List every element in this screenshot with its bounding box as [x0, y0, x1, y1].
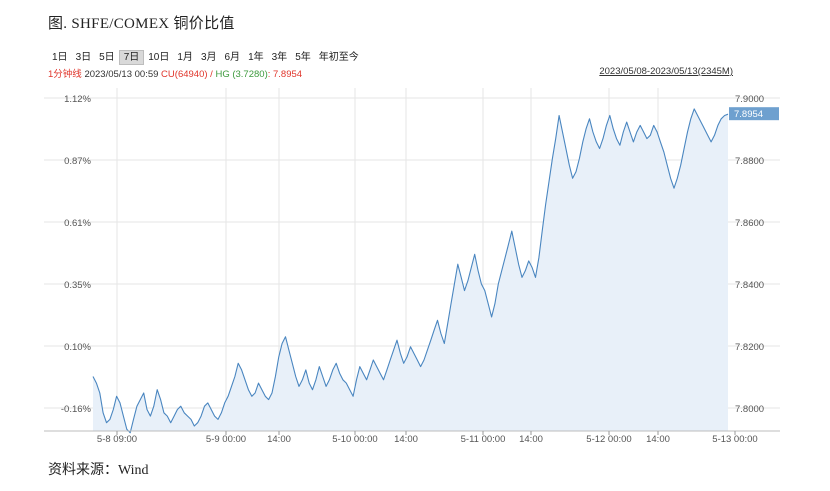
- right-tick-label: 7.8200: [735, 342, 764, 353]
- right-tick-label: 7.8400: [735, 280, 764, 291]
- series-area-fill: [93, 108, 728, 433]
- last-value-badge: 7.8954: [729, 107, 779, 121]
- left-tick-label: -0.16%: [61, 404, 92, 415]
- right-tick-label: 7.8000: [735, 404, 764, 415]
- x-tick-label: 5-8 09:00: [97, 434, 137, 445]
- left-tick-label: 0.35%: [64, 280, 91, 291]
- x-tick-label: 14:00: [519, 434, 543, 445]
- left-tick-label: 0.61%: [64, 218, 91, 229]
- x-tick-label: 5-13 00:00: [712, 434, 757, 445]
- right-tick-label: 7.8600: [735, 218, 764, 229]
- right-axis: 7.9000 7.8800 7.8600 7.8400 7.8200 7.8000: [735, 94, 764, 415]
- x-axis: 5-8 09:00 5-9 00:00 14:00 5-10 00:00 14:00 5-…: [97, 431, 758, 445]
- source-note: 资料来源：Wind: [48, 463, 149, 478]
- x-tick-label: 14:00: [394, 434, 418, 445]
- x-tick-label: 14:00: [267, 434, 291, 445]
- x-tick-label: 5-9 00:00: [206, 434, 246, 445]
- right-tick-label: 7.9000: [735, 94, 764, 105]
- x-tick-label: 14:00: [646, 434, 670, 445]
- right-tick-label: 7.8800: [735, 156, 764, 167]
- ratio-line-chart: 1.12%0.87%0.61%0.35%0.10%-0.16% 7.90007.…: [44, 88, 780, 445]
- badge-value: 7.8954: [734, 109, 763, 120]
- left-axis: 1.12% 0.87% 0.61% 0.35% 0.10% -0.16%: [61, 94, 92, 415]
- x-tick-label: 5-10 00:00: [332, 434, 377, 445]
- x-tick-label: 5-11 00:00: [461, 434, 506, 445]
- x-tick-label: 5-12 00:00: [586, 434, 631, 445]
- left-tick-label: 1.12%: [64, 94, 91, 105]
- left-tick-label: 0.10%: [64, 342, 91, 353]
- left-tick-label: 0.87%: [64, 156, 91, 167]
